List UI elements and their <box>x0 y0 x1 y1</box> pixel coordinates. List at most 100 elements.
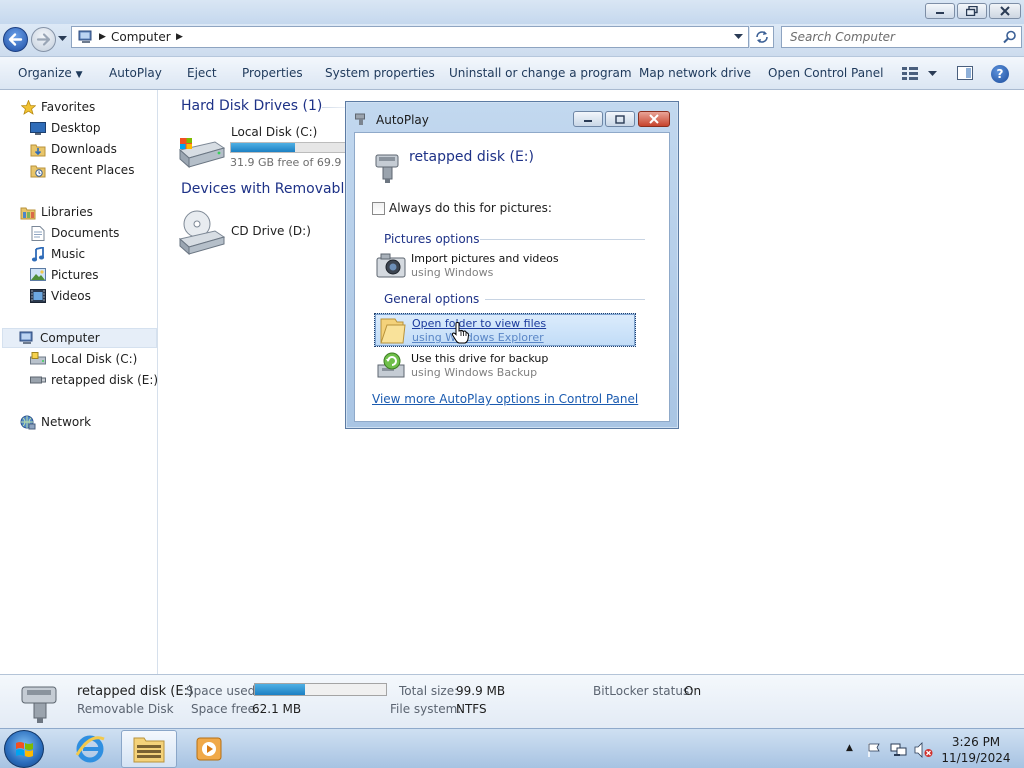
organize-label: Organize <box>18 66 72 80</box>
clock-date: 11/19/2024 <box>941 751 1011 765</box>
restore-button[interactable] <box>957 3 987 19</box>
address-dropdown-icon[interactable] <box>734 34 743 40</box>
organize-menu[interactable]: Organize ▼ <box>18 66 83 80</box>
backup-option[interactable]: Use this drive for backup using Windows … <box>374 349 636 383</box>
local-disk-name[interactable]: Local Disk (C:) <box>231 125 317 139</box>
group-divider <box>322 107 346 108</box>
backup-option-title: Use this drive for backup <box>411 352 549 365</box>
back-button[interactable] <box>3 27 28 52</box>
nav-computer-label: Computer <box>40 331 100 345</box>
nav-pictures[interactable]: Pictures <box>30 265 99 285</box>
nav-favorites[interactable]: Favorites <box>20 97 95 117</box>
libraries-icon <box>20 204 36 220</box>
taskbar-media-player[interactable] <box>181 730 237 768</box>
nav-computer[interactable]: Computer <box>2 328 157 348</box>
system-clock[interactable]: 3:26 PM 11/19/2024 <box>936 734 1016 766</box>
always-do-label[interactable]: Always do this for pictures: <box>389 201 552 215</box>
cd-drive-icon[interactable] <box>177 209 225 255</box>
nav-desktop[interactable]: Desktop <box>30 118 101 138</box>
backup-option-subtitle: using Windows Backup <box>411 366 538 379</box>
eject-button[interactable]: Eject <box>187 66 217 80</box>
search-icon[interactable] <box>1003 30 1017 44</box>
dialog-maximize-button[interactable] <box>605 111 635 127</box>
autoplay-dialog-title: AutoPlay <box>376 113 429 127</box>
open-folder-option[interactable]: Open folder to view files using Windows … <box>374 313 636 347</box>
views-dropdown-icon[interactable] <box>928 71 937 77</box>
preview-pane-icon[interactable] <box>957 66 973 80</box>
minimize-button[interactable] <box>925 3 955 19</box>
volume-muted-icon[interactable] <box>914 742 934 758</box>
nav-libraries[interactable]: Libraries <box>20 202 93 222</box>
nav-recent-places[interactable]: Recent Places <box>30 160 134 180</box>
properties-button[interactable]: Properties <box>242 66 303 80</box>
nav-local-disk-label: Local Disk (C:) <box>51 352 138 366</box>
more-autoplay-options-link[interactable]: View more AutoPlay options in Control Pa… <box>372 392 638 406</box>
nav-documents-label: Documents <box>51 226 120 240</box>
backup-icon <box>377 352 405 378</box>
autoplay-button[interactable]: AutoPlay <box>109 66 162 80</box>
network-icon <box>20 414 36 430</box>
section-divider <box>485 299 645 300</box>
map-network-drive-button[interactable]: Map network drive <box>639 66 751 80</box>
action-center-flag-icon[interactable] <box>866 742 882 758</box>
file-system-value: NTFS <box>456 702 487 716</box>
nav-libraries-label: Libraries <box>41 205 93 219</box>
desktop-icon <box>30 120 46 136</box>
nav-videos[interactable]: Videos <box>30 286 91 306</box>
breadcrumb-separator-icon[interactable]: ▶ <box>176 32 183 42</box>
details-pane: retapped disk (E:) Removable Disk Space … <box>0 674 1024 728</box>
always-do-checkbox[interactable] <box>372 202 385 215</box>
nav-recent-places-label: Recent Places <box>51 163 135 177</box>
system-properties-button[interactable]: System properties <box>325 66 435 80</box>
change-view-icon[interactable] <box>902 67 918 80</box>
computer-icon <box>19 330 35 346</box>
import-pictures-option[interactable]: Import pictures and videos using Windows <box>374 249 636 283</box>
nav-music-label: Music <box>51 247 86 261</box>
minimize-icon <box>584 120 592 122</box>
address-toolbar: ▶ Computer ▶ <box>0 24 1024 56</box>
help-icon[interactable]: ? <box>991 65 1009 83</box>
downloads-folder-icon <box>30 141 46 157</box>
dialog-close-button[interactable] <box>638 111 670 127</box>
search-box[interactable] <box>781 26 1022 48</box>
nav-retapped-disk[interactable]: retapped disk (E:) <box>30 370 158 390</box>
taskbar-windows-explorer[interactable] <box>121 730 177 768</box>
breadcrumb-separator-icon[interactable]: ▶ <box>99 32 106 42</box>
space-used-fill <box>255 684 305 695</box>
import-option-subtitle: using Windows <box>411 266 494 279</box>
forward-button[interactable] <box>31 27 56 52</box>
autoplay-dialog: AutoPlay retapped disk (E:) Always do th… <box>345 101 679 429</box>
usb-drive-icon <box>30 372 46 388</box>
nav-music[interactable]: Music <box>30 244 85 264</box>
refresh-button[interactable] <box>750 26 774 48</box>
hard-disk-drives-header[interactable]: Hard Disk Drives (1) <box>181 98 322 114</box>
network-status-icon[interactable] <box>890 742 908 758</box>
nav-downloads[interactable]: Downloads <box>30 139 117 159</box>
hand-cursor-icon <box>451 322 469 344</box>
start-button[interactable] <box>4 730 44 768</box>
address-bar[interactable]: ▶ Computer ▶ <box>71 26 749 48</box>
taskbar: ▲ 3:26 PM 11/19/2024 <box>0 728 1024 768</box>
space-free-label: Space free: <box>191 702 260 716</box>
show-hidden-icons-icon[interactable]: ▲ <box>846 743 853 753</box>
uninstall-program-button[interactable]: Uninstall or change a program <box>449 66 632 80</box>
open-control-panel-button[interactable]: Open Control Panel <box>768 66 883 80</box>
nav-pictures-label: Pictures <box>51 268 99 282</box>
search-input[interactable] <box>790 28 1000 46</box>
removable-storage-header[interactable]: Devices with Removable Storage (2) <box>181 181 344 197</box>
breadcrumb-computer[interactable]: Computer <box>111 30 171 44</box>
pictures-options-header: Pictures options <box>384 232 480 246</box>
nav-network[interactable]: Network <box>20 412 91 432</box>
taskbar-internet-explorer[interactable] <box>62 730 118 768</box>
media-player-icon <box>196 737 222 761</box>
local-disk-icon[interactable] <box>177 136 225 170</box>
internet-explorer-icon <box>75 735 105 763</box>
cd-drive-name[interactable]: CD Drive (D:) <box>231 224 311 238</box>
recent-pages-dropdown-icon[interactable] <box>58 36 67 42</box>
chevron-down-icon: ▼ <box>75 70 83 80</box>
nav-documents[interactable]: Documents <box>30 223 119 243</box>
close-button[interactable] <box>989 3 1021 19</box>
dialog-minimize-button[interactable] <box>573 111 603 127</box>
nav-local-disk[interactable]: Local Disk (C:) <box>30 349 137 369</box>
close-icon <box>1000 6 1010 16</box>
